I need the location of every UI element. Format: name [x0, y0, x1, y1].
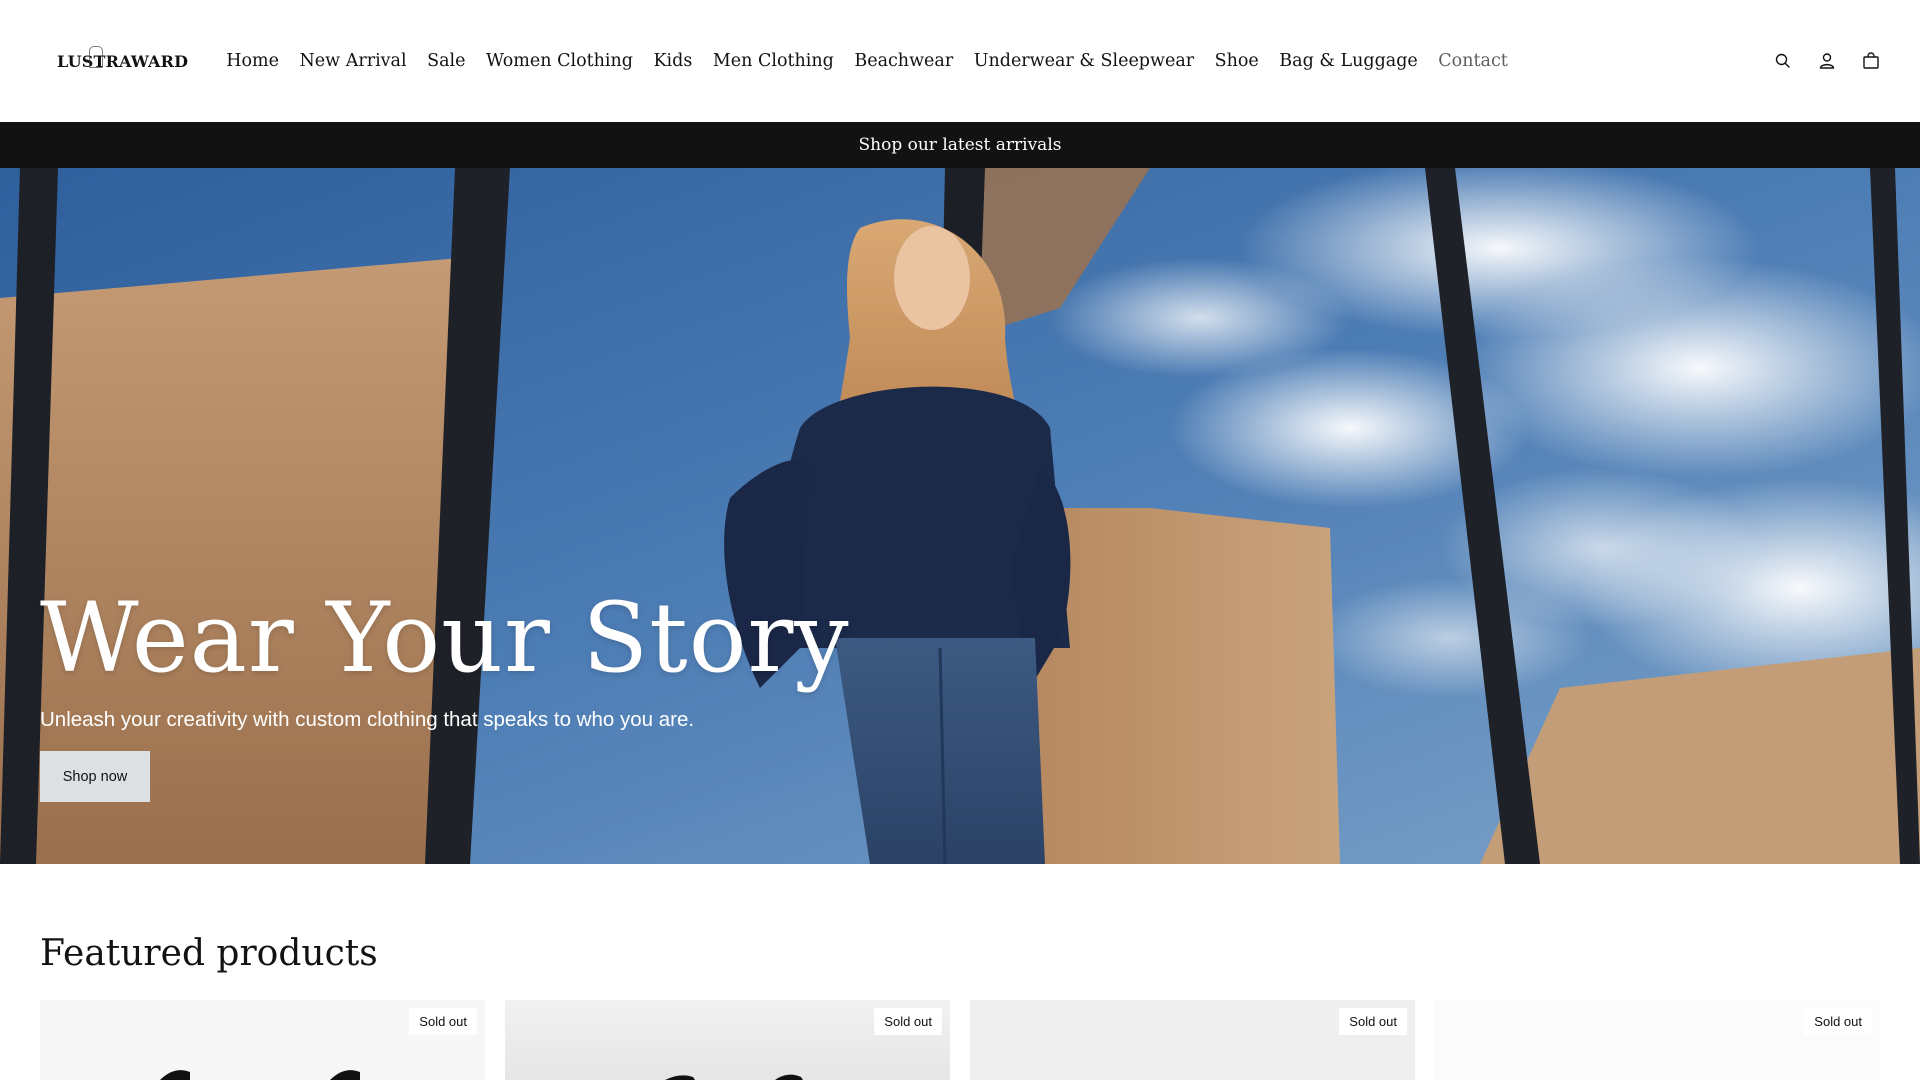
product-card[interactable]: Sold out [1435, 1000, 1880, 1080]
site-header: LUSTRAWARD Home New Arrival Sale Women C… [0, 0, 1920, 122]
nav-contact[interactable]: Contact [1438, 51, 1508, 71]
nav-underwear-sleepwear[interactable]: Underwear & Sleepwear [974, 51, 1194, 71]
product-grid: Sold out Sold out Sold out Sold out [40, 1000, 1880, 1080]
sold-out-badge: Sold out [1339, 1008, 1407, 1035]
cart-icon[interactable] [1862, 52, 1880, 70]
nav-beachwear[interactable]: Beachwear [854, 51, 953, 71]
nav-home[interactable]: Home [226, 51, 279, 71]
hero-banner: Wear Your Story Unleash your creativity … [0, 168, 1920, 864]
nav-women-clothing[interactable]: Women Clothing [486, 51, 633, 71]
logo-mark-icon [89, 45, 103, 68]
nav-shoe[interactable]: Shoe [1215, 51, 1259, 71]
sold-out-badge: Sold out [1804, 1008, 1872, 1035]
logo[interactable]: LUSTRAWARD [57, 45, 189, 71]
announcement-text: Shop our latest arrivals [858, 135, 1062, 155]
nav-men-clothing[interactable]: Men Clothing [713, 51, 834, 71]
logo-text: LUSTRAWARD [57, 51, 189, 71]
hero-title: Wear Your Story [40, 582, 850, 694]
nav-kids[interactable]: Kids [653, 51, 692, 71]
hero-subtitle: Unleash your creativity with custom clot… [40, 708, 695, 731]
sold-out-badge: Sold out [874, 1008, 942, 1035]
hero-content: Wear Your Story Unleash your creativity … [40, 590, 850, 802]
nav-sale[interactable]: Sale [427, 51, 465, 71]
announcement-bar[interactable]: Shop our latest arrivals [0, 122, 1920, 168]
product-card[interactable]: Sold out [970, 1000, 1415, 1080]
header-icons [1774, 52, 1880, 70]
sold-out-badge: Sold out [409, 1008, 477, 1035]
shop-now-button[interactable]: Shop now [40, 751, 150, 802]
nav-bag-luggage[interactable]: Bag & Luggage [1279, 51, 1418, 71]
product-card[interactable]: Sold out [40, 1000, 485, 1080]
product-card[interactable]: Sold out [505, 1000, 950, 1080]
account-icon[interactable] [1818, 52, 1836, 70]
search-icon[interactable] [1774, 52, 1792, 70]
main-nav: Home New Arrival Sale Women Clothing Kid… [226, 51, 1528, 71]
nav-new-arrival[interactable]: New Arrival [299, 51, 406, 71]
featured-products-heading: Featured products [40, 933, 378, 974]
